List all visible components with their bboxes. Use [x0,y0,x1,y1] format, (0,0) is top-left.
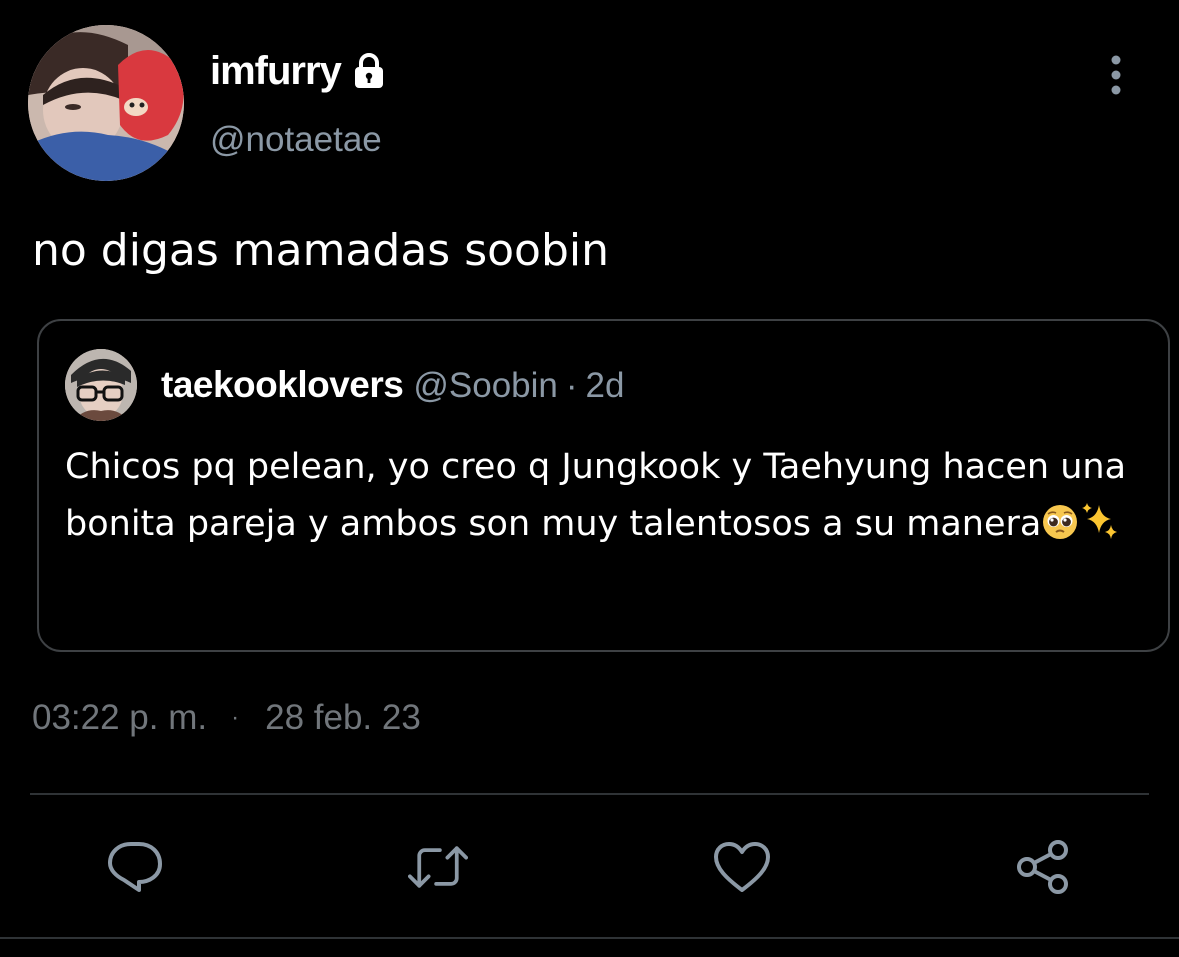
author-avatar[interactable] [28,25,184,181]
reply-icon [108,842,162,892]
retweet-button[interactable] [408,837,468,897]
quoted-relative-time: 2d [585,366,625,405]
quoted-tweet-text-block: Chicos pq pelean, yo creo q Jungkook y T… [65,439,1155,559]
quoted-tweet-card[interactable]: taekooklovers @Soobin · 2d Chicos pq pel… [37,319,1170,652]
divider [30,793,1149,795]
more-vertical-icon [1111,55,1121,95]
quoted-author-display-name[interactable]: taekooklovers [161,359,404,411]
tweet-date: 28 feb. 23 [265,698,421,737]
quoted-tweet-text: Chicos pq pelean, yo creo q Jungkook y T… [65,447,1127,544]
share-button[interactable] [1014,837,1074,897]
metadata-separator: · [231,704,240,731]
like-button[interactable] [712,837,772,897]
tweet-text: no digas mamadas soobin [32,225,610,276]
bottom-divider [0,937,1179,939]
tweet-time: 03:22 p. m. [32,698,208,737]
author-display-name[interactable]: imfurry [210,44,342,98]
author-display-name-row[interactable]: imfurry [210,44,389,98]
quoted-author-avatar[interactable] [65,349,137,421]
pleading-face-emoji [1041,502,1079,559]
author-avatar-image [28,25,184,181]
author-handle[interactable]: @notaetae [210,118,382,162]
retweet-icon [408,846,468,888]
like-icon [714,842,770,892]
sparkles-emoji [1079,501,1119,559]
tweet-metadata: 03:22 p. m. · 28 feb. 23 [32,694,421,742]
reply-button[interactable] [105,837,165,897]
lock-icon [349,51,389,91]
quoted-header-separator: · [565,366,578,405]
quoted-author-handle[interactable]: @Soobin [413,360,558,412]
quoted-tweet-header: taekooklovers @Soobin · 2d [161,359,624,412]
more-options-button[interactable] [1096,52,1136,98]
quoted-author-avatar-image [65,349,137,421]
share-icon [1017,840,1068,894]
